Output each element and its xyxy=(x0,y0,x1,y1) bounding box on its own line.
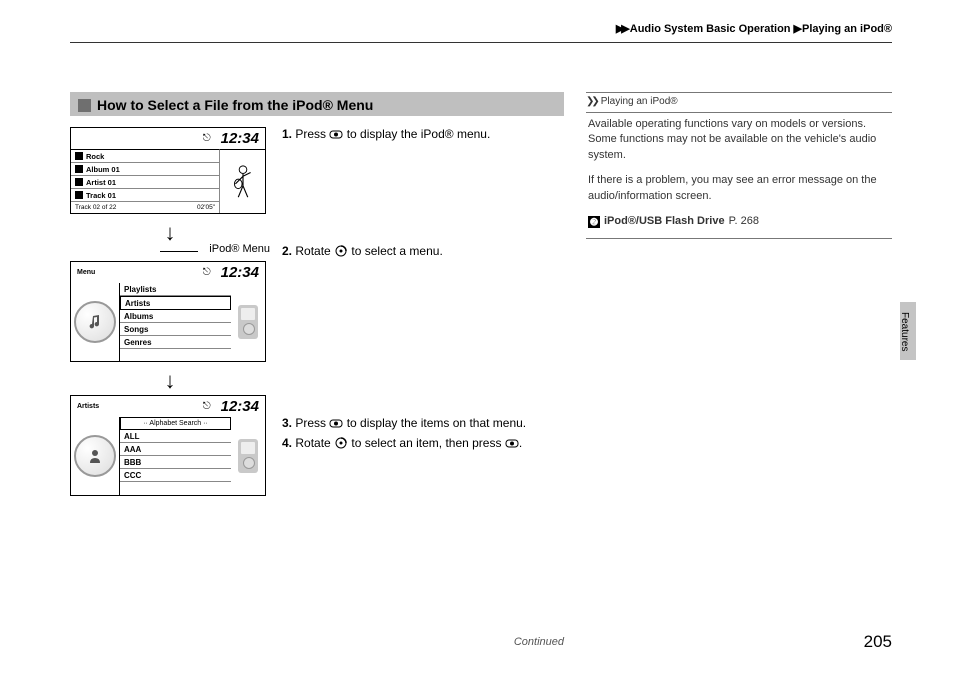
step-4: 4. Rotate to select an item, then press … xyxy=(282,435,567,452)
list-item: AAA xyxy=(120,443,231,456)
arrow-down-icon: ↓ xyxy=(70,221,270,245)
list-item: Track 01 xyxy=(71,189,219,202)
sidebar-heading: ❯❯ Playing an iPod® xyxy=(586,92,892,113)
list-item: Genres xyxy=(120,336,231,349)
artists-title: Artists xyxy=(77,403,99,410)
dial-graphic xyxy=(71,283,119,361)
section-header: How to Select a File from the iPod® Menu xyxy=(70,92,564,116)
list-item: CCC xyxy=(120,469,231,482)
list-item: Albums xyxy=(120,310,231,323)
breadcrumb-part-2: Playing an iPod® xyxy=(802,23,892,35)
xref-label: iPod®/USB Flash Drive xyxy=(604,214,725,230)
breadcrumb-part-1: Audio System Basic Operation xyxy=(630,23,791,35)
music-note-icon xyxy=(86,313,104,331)
step-3: 3. Press to display the items on that me… xyxy=(282,415,567,432)
press-button-icon xyxy=(329,417,343,429)
screen-header: Menu ⎋ 12:34 xyxy=(71,262,265,283)
list-item: Playlists xyxy=(120,283,231,296)
sidebar-paragraph: If there is a problem, you may see an er… xyxy=(588,173,890,205)
album-art-area xyxy=(219,149,265,213)
clock-display: 12:34 xyxy=(221,398,259,415)
cross-reference: ➋ iPod®/USB Flash Drive P. 268 xyxy=(588,214,890,230)
list-item: Rock xyxy=(71,150,219,163)
person-icon xyxy=(87,448,103,464)
illustrations-column: ⎋ 12:34 Rock Album 01 Artist 01 Track 01… xyxy=(70,127,270,503)
step-2: 2. Rotate to select a menu. xyxy=(282,243,567,260)
sidebar-paragraph: Available operating functions vary on mo… xyxy=(588,117,890,165)
rotate-dial-icon xyxy=(334,437,348,449)
usb-icon: ⎋ xyxy=(203,401,211,412)
side-tab-label: Features xyxy=(899,312,910,351)
track-time: 02'05" xyxy=(197,204,215,211)
chevron-right-icon: ▶▶ xyxy=(616,22,627,35)
artists-list: ·· Alphabet Search ·· ALL AAA BBB CCC xyxy=(119,417,231,495)
list-item: ALL xyxy=(120,430,231,443)
chevron-right-icon: ❯❯ xyxy=(586,95,597,110)
clock-display: 12:34 xyxy=(221,264,259,281)
press-button-icon xyxy=(505,437,519,449)
ipod-graphic xyxy=(231,417,265,495)
usb-icon: ⎋ xyxy=(203,267,211,278)
callout-line xyxy=(160,251,198,252)
list-item: Artist 01 xyxy=(71,176,219,189)
clock-display: 12:34 xyxy=(221,130,259,147)
step-1: 1. Press to display the iPod® menu. xyxy=(282,126,567,143)
track-footer: Track 02 of 22 02'05" xyxy=(71,202,219,213)
guitarist-icon xyxy=(228,163,258,201)
ipod-screen-menu: Menu ⎋ 12:34 Playlists Artists Albums So… xyxy=(70,261,266,362)
album-icon xyxy=(75,165,83,173)
ipod-graphic xyxy=(231,283,265,361)
ipod-icon xyxy=(238,439,258,473)
menu-list: Playlists Artists Albums Songs Genres xyxy=(119,283,231,361)
ipod-menu-label: iPod® Menu xyxy=(209,243,270,255)
menu-title: Menu xyxy=(77,269,95,276)
alphabet-search-row: ·· Alphabet Search ·· xyxy=(120,417,231,430)
ipod-icon xyxy=(238,305,258,339)
section-title: How to Select a File from the iPod® Menu xyxy=(97,97,373,113)
dial-graphic xyxy=(71,417,119,495)
xref-page: P. 268 xyxy=(729,214,759,230)
ipod-screen-nowplaying: ⎋ 12:34 Rock Album 01 Artist 01 Track 01… xyxy=(70,127,266,214)
list-item: Album 01 xyxy=(71,163,219,176)
list-item: Songs xyxy=(120,323,231,336)
xref-icon: ➋ xyxy=(588,216,600,228)
arrow-down-icon: ↓ xyxy=(70,369,270,393)
press-button-icon xyxy=(329,128,343,140)
ipod-screen-artists: Artists ⎋ 12:34 ·· Alphabet Search ·· AL… xyxy=(70,395,266,496)
list-item-selected: Artists xyxy=(120,296,231,310)
track-position: Track 02 of 22 xyxy=(75,204,116,211)
chevron-right-icon: ▶ xyxy=(794,22,799,35)
page-number: 205 xyxy=(864,632,892,652)
sidebar-body: Available operating functions vary on mo… xyxy=(586,113,892,240)
continued-label: Continued xyxy=(70,636,564,648)
artist-icon xyxy=(75,178,83,186)
nowplaying-list: Rock Album 01 Artist 01 Track 01 Track 0… xyxy=(71,149,219,213)
track-icon xyxy=(75,191,83,199)
sidebar-heading-text: Playing an iPod® xyxy=(601,95,678,110)
square-bullet-icon xyxy=(78,99,91,112)
screen-header: ⎋ 12:34 xyxy=(71,128,265,149)
breadcrumb: ▶▶ Audio System Basic Operation ▶ Playin… xyxy=(616,22,892,35)
screen-header: Artists ⎋ 12:34 xyxy=(71,396,265,417)
divider xyxy=(70,42,892,43)
genre-icon xyxy=(75,152,83,160)
rotate-dial-icon xyxy=(334,245,348,257)
info-sidebar: ❯❯ Playing an iPod® Available operating … xyxy=(586,92,892,239)
usb-icon: ⎋ xyxy=(203,133,211,144)
list-item: BBB xyxy=(120,456,231,469)
instruction-steps: 1. Press to display the iPod® menu. 2. R… xyxy=(282,126,567,456)
